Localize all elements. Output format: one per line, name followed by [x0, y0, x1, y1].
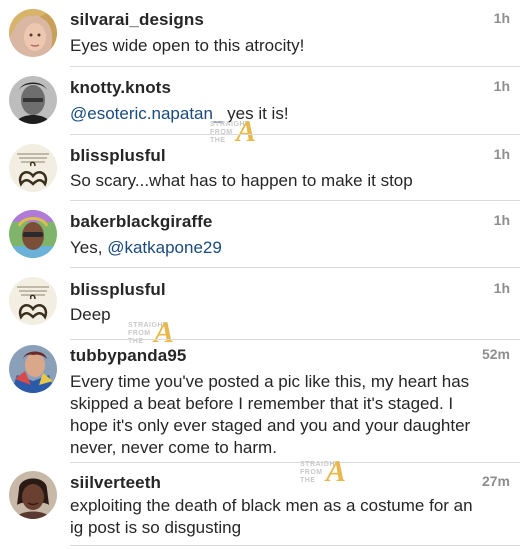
comment-text-body: Yes,	[70, 238, 108, 257]
avatar[interactable]	[9, 471, 57, 519]
avatar[interactable]	[9, 210, 57, 258]
comment-item: knotty.knots 1h @esoteric.napatan_ yes i…	[0, 67, 520, 148]
divider	[70, 545, 520, 546]
comment-username[interactable]: siilverteeth	[70, 473, 161, 493]
comment-item: silvarai_designs 1h Eyes wide open to th…	[0, 0, 520, 67]
avatar[interactable]	[9, 9, 57, 57]
comment-item: siilverteeth 27m STRAIGHT FROM THE A explo…	[0, 455, 520, 549]
comment-text: Every time you've posted a pic like this…	[70, 371, 506, 459]
comment-text-line: hope it's only ever staged and you and y…	[70, 416, 471, 435]
profile-photo-icon	[9, 76, 57, 124]
comment-text: Eyes wide open to this atrocity!	[70, 36, 305, 55]
comment-time: 1h	[493, 10, 510, 26]
comment-text: So scary...what has to happen to make it…	[70, 171, 413, 190]
comment-time: 52m	[481, 346, 510, 362]
avatar[interactable]	[9, 345, 57, 393]
user-mention-link[interactable]: @katkapone29	[107, 238, 222, 257]
comment-username[interactable]: blissplusful	[70, 146, 166, 166]
comment-text: Deep	[70, 305, 111, 324]
comment-username[interactable]: blissplusful	[70, 280, 166, 300]
comment-item: blissplusful 1h So scary...what has to h…	[0, 135, 520, 201]
comment-item: blissplusful 1h Deep STRAIGHT FROM THE A	[0, 268, 520, 349]
comment-time: 1h	[493, 78, 510, 94]
profile-photo-icon	[9, 9, 57, 57]
comment-username[interactable]: tubbypanda95	[70, 346, 186, 366]
profile-photo-icon	[9, 210, 57, 258]
comment-text-line: ig post is so disgusting	[70, 518, 242, 537]
avatar[interactable]	[9, 76, 57, 124]
comment-text: Yes, @katkapone29	[70, 237, 506, 259]
comment-text-line: skipped a beat before I remember that it…	[70, 394, 454, 413]
comment-text-line: Every time you've posted a pic like this…	[70, 372, 470, 391]
comment-username[interactable]: bakerblackgiraffe	[70, 212, 213, 232]
profile-logo-icon	[9, 144, 57, 192]
comment-text-line: exploiting the death of black men as a c…	[70, 496, 473, 515]
comment-text-body: yes it is!	[222, 104, 289, 123]
avatar[interactable]	[9, 277, 57, 325]
comment-time: 1h	[493, 212, 510, 228]
profile-photo-icon	[9, 471, 57, 519]
comment-time: 1h	[493, 280, 510, 296]
comment-username[interactable]: knotty.knots	[70, 78, 171, 98]
comment-text-line: never, never come to harm.	[70, 438, 277, 457]
comment-username[interactable]: silvarai_designs	[70, 10, 204, 30]
watermark-text: STRAIGHT FROM THE	[300, 461, 340, 484]
user-mention-link[interactable]: @esoteric.napatan_	[70, 104, 222, 123]
comment-time: 1h	[493, 146, 510, 162]
avatar[interactable]	[9, 144, 57, 192]
comment-time: 27m	[481, 473, 510, 489]
profile-logo-icon	[9, 277, 57, 325]
comment-item: bakerblackgiraffe 1h Yes, @katkapone29	[0, 201, 520, 268]
comment-text: exploiting the death of black men as a c…	[70, 495, 506, 539]
comment-item: tubbypanda95 52m Every time you've poste…	[0, 340, 520, 463]
profile-photo-icon	[9, 345, 57, 393]
comment-text: @esoteric.napatan_ yes it is!	[70, 103, 506, 125]
